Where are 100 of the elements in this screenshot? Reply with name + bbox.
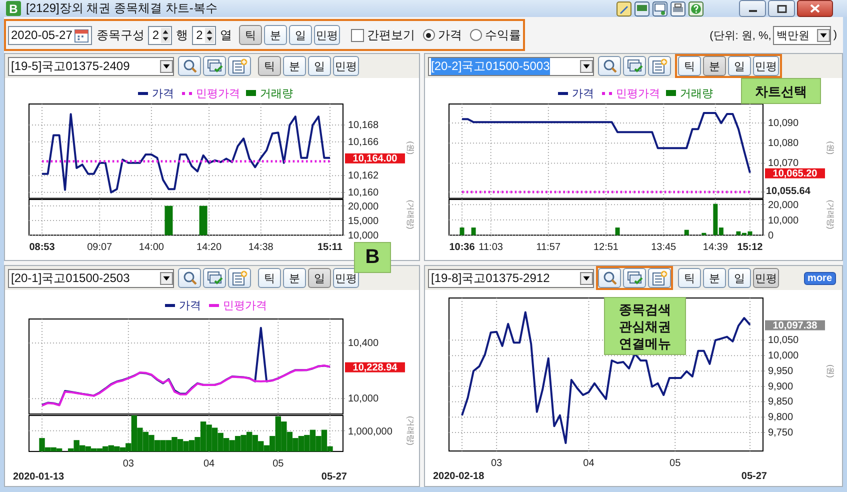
axis-label: 20,000: [768, 200, 799, 211]
period-button[interactable]: 틱: [678, 56, 701, 76]
axis-label: 14:00: [138, 242, 164, 253]
axis-label: 10,160: [348, 187, 379, 198]
axis-label: 05-27: [321, 470, 347, 482]
axis-unit-label: (거래량): [826, 200, 835, 229]
axis-label: 09:07: [87, 242, 112, 253]
watchlist-button[interactable]: [623, 56, 646, 76]
close-button[interactable]: [797, 0, 833, 17]
bond-dropdown[interactable]: [20-1]국고01500-2503: [8, 268, 174, 288]
axis-label: 03: [491, 458, 502, 469]
window-icon[interactable]: [634, 0, 650, 16]
search-button[interactable]: [178, 268, 201, 288]
axis-label: 10,168: [348, 120, 379, 132]
axis-unit-label: (거래량): [406, 416, 415, 445]
value-badge: 10,065.20: [765, 168, 825, 180]
axis-label: 2020-01-13: [13, 470, 64, 482]
minimize-button[interactable]: [739, 0, 766, 17]
period-button[interactable]: 일: [288, 25, 312, 46]
legend-item: 민평가격: [182, 88, 240, 100]
menu-button[interactable]: [228, 268, 251, 288]
axis-label: 04: [203, 458, 215, 469]
axis-label: 9,900: [768, 381, 794, 392]
axis-label: 14:39: [702, 242, 728, 253]
bond-dropdown[interactable]: [19-5]국고01375-2409: [8, 56, 174, 76]
watchlist-button[interactable]: [203, 56, 226, 76]
period-button[interactable]: 민평: [333, 56, 359, 76]
columns-label: 열: [218, 26, 233, 44]
period-button[interactable]: 민평: [333, 268, 359, 288]
pencil-icon[interactable]: [616, 0, 632, 16]
axis-label: 9,850: [768, 396, 794, 408]
period-button[interactable]: 민평: [753, 268, 779, 288]
spinner-arrows-icon[interactable]: [161, 28, 170, 43]
calendar-icon[interactable]: [74, 28, 90, 43]
period-button[interactable]: 틱: [258, 56, 281, 76]
screen-icon[interactable]: [652, 0, 668, 16]
spinner-arrows-icon[interactable]: [204, 28, 214, 43]
period-button[interactable]: 일: [728, 268, 751, 288]
period-button[interactable]: 분: [703, 268, 726, 288]
columns-spinner[interactable]: 2: [192, 26, 216, 45]
axis-label: 9,750: [768, 428, 794, 439]
axis-unit-label: (거래량): [406, 200, 415, 229]
window-title: [2129]장외 채권 종목체결 차트-복수: [26, 0, 218, 17]
period-button[interactable]: 분: [703, 56, 726, 76]
legend-item: 민평가격: [209, 300, 267, 312]
axis-label: 10,400: [348, 338, 379, 350]
period-button[interactable]: 분: [283, 268, 306, 288]
mode-radio[interactable]: 가격: [422, 26, 462, 44]
watchlist-button[interactable]: [203, 268, 226, 288]
app-icon: B: [6, 1, 21, 16]
menu-button[interactable]: [648, 268, 671, 288]
search-button[interactable]: [598, 56, 621, 76]
menu-button[interactable]: [228, 56, 251, 76]
composition-label: 종목구성: [95, 26, 146, 44]
more-button[interactable]: more: [804, 272, 836, 284]
period-button[interactable]: 일: [728, 56, 751, 76]
axis-label: 10,050: [768, 335, 799, 346]
axis-label: 05: [670, 458, 681, 469]
help-icon[interactable]: [688, 0, 704, 16]
menu-button[interactable]: [648, 56, 671, 76]
axis-label: 0: [768, 230, 774, 242]
axis-label: 10,000: [348, 394, 379, 405]
axis-label: 14:38: [248, 242, 274, 253]
period-button[interactable]: 분: [283, 56, 306, 76]
watchlist-button[interactable]: [623, 268, 646, 288]
bond-dropdown[interactable]: [19-8]국고01375-2912: [428, 268, 594, 288]
rows-spinner[interactable]: 2: [148, 26, 172, 45]
period-button[interactable]: 틱: [238, 25, 262, 46]
axis-unit-label: (원): [826, 364, 835, 378]
search-button[interactable]: [598, 268, 621, 288]
period-button[interactable]: 분: [264, 25, 287, 46]
axis-label: 05: [272, 458, 284, 469]
axis-label: 10,070: [768, 158, 799, 170]
axis-label: 10,000: [768, 350, 799, 362]
search-button[interactable]: [178, 56, 201, 76]
axis-label: 15:11: [317, 242, 342, 253]
printer-icon[interactable]: [670, 0, 686, 16]
axis-label: 13:45: [651, 242, 676, 253]
period-button[interactable]: 일: [308, 56, 331, 76]
date-field[interactable]: 2020-05-27: [8, 26, 92, 45]
axis-label: 1,000,000: [348, 426, 392, 437]
legend-item: 거래량: [246, 88, 293, 100]
axis-label: 10,090: [768, 118, 799, 130]
callout-label: B: [354, 242, 391, 274]
axis-label: 10,162: [348, 170, 379, 182]
axis-label: 05-27: [741, 471, 767, 482]
maximize-button[interactable]: [768, 0, 795, 17]
unit-dropdown[interactable]: 백만원: [773, 26, 832, 45]
rows-label: 행: [175, 26, 190, 44]
legend-item: 가격: [558, 88, 594, 100]
axis-label: 14:20: [196, 242, 222, 253]
axis-label: 15,000: [348, 216, 379, 227]
period-button[interactable]: 민평: [314, 25, 340, 46]
period-button[interactable]: 틱: [678, 268, 701, 288]
period-button[interactable]: 민평: [753, 56, 779, 76]
period-button[interactable]: 일: [308, 268, 331, 288]
period-button[interactable]: 틱: [258, 268, 281, 288]
simple-view-checkbox[interactable]: 간편보기: [350, 26, 415, 44]
mode-radio[interactable]: 수익률: [470, 26, 521, 44]
axis-label: 10,000: [348, 230, 379, 242]
